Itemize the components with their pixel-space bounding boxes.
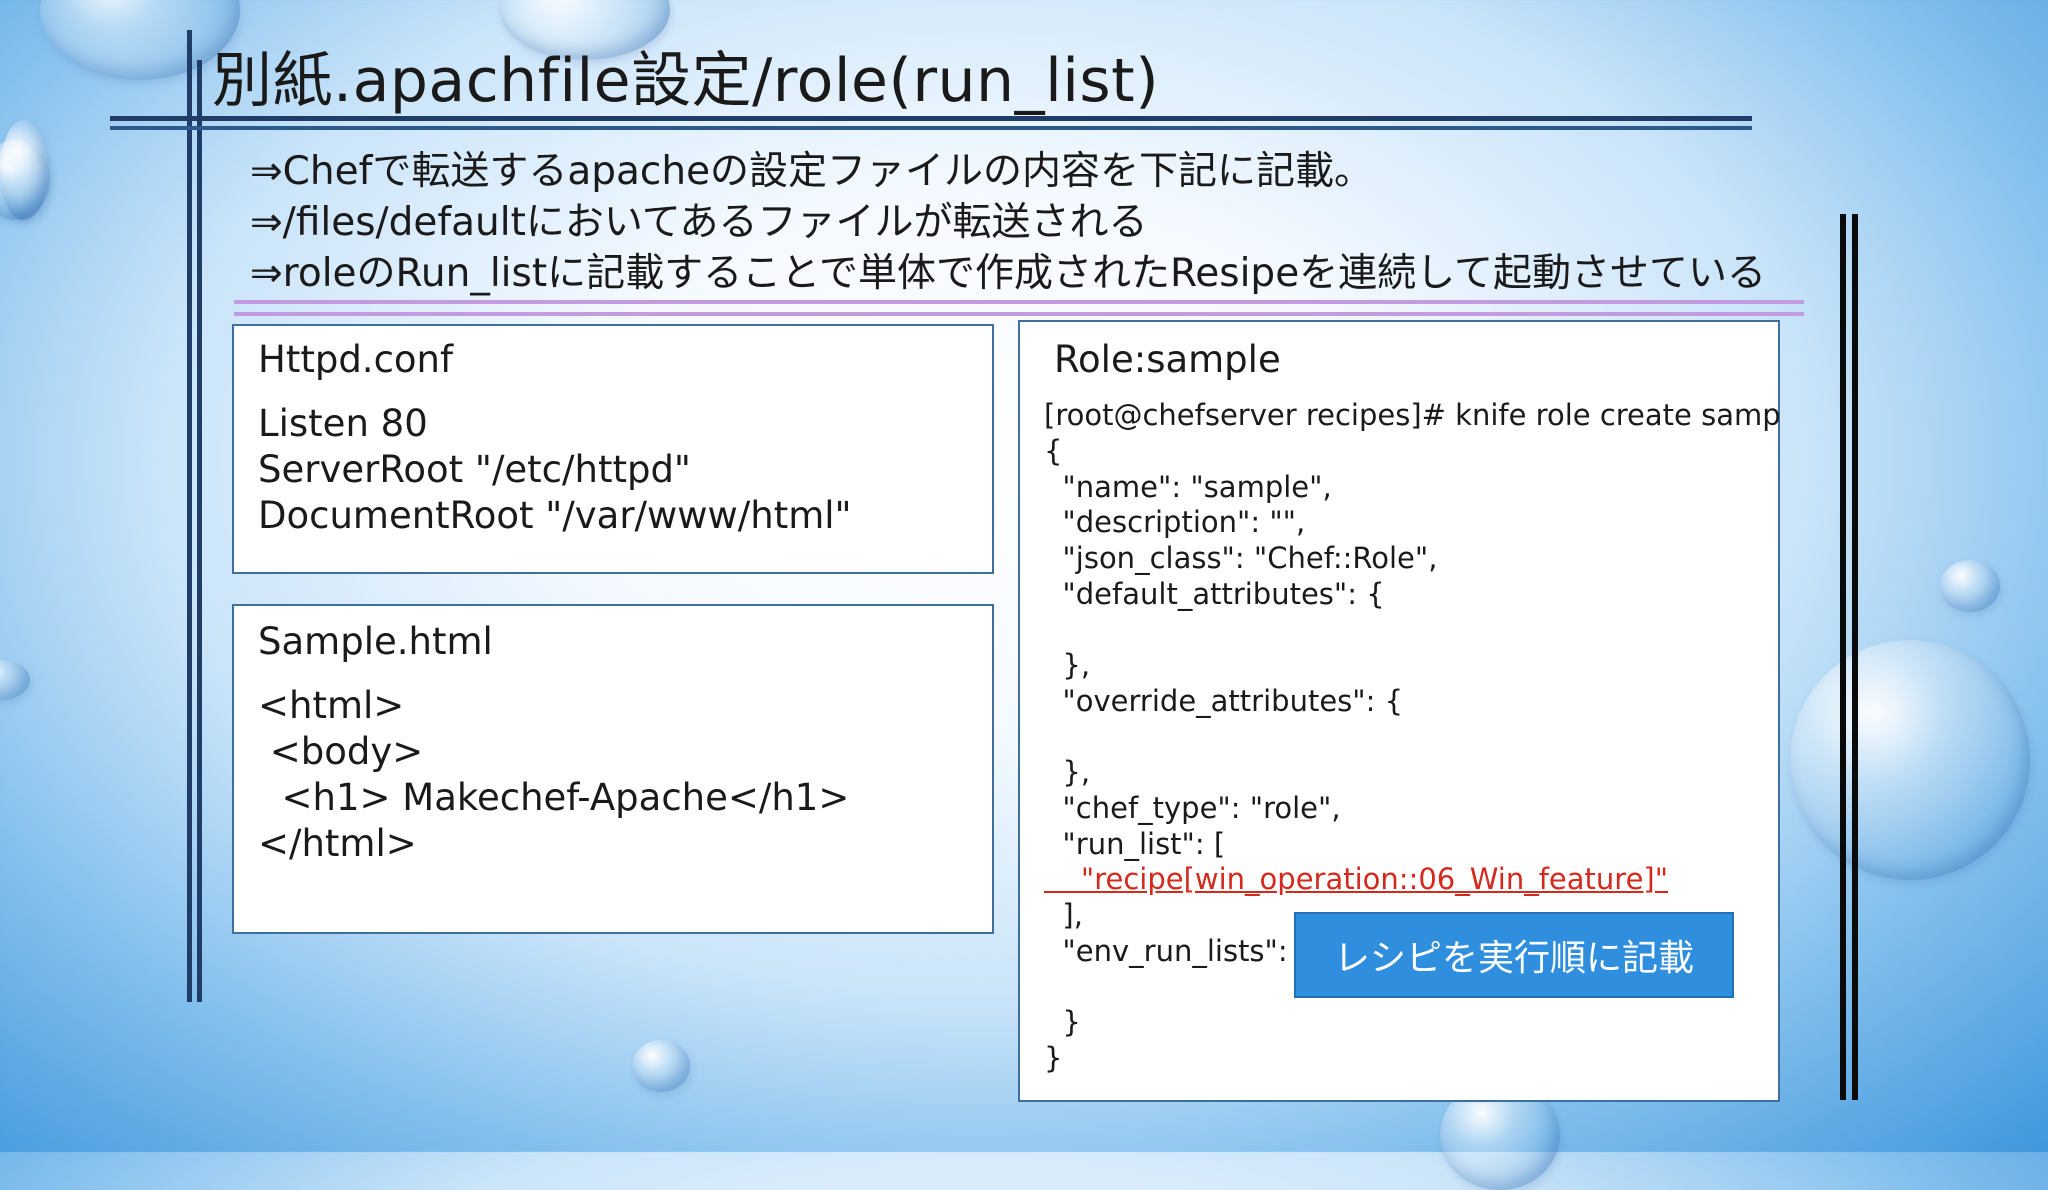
sample-html-line: <h1> Makechef-Apache</h1> xyxy=(258,776,850,819)
role-json-line: "json_class": "Chef::Role", xyxy=(1044,541,1438,576)
frame-left-line xyxy=(187,30,192,1002)
bullet-text: ⇒Chefで転送するapacheの設定ファイルの内容を下記に記載。 xyxy=(250,149,1374,194)
water-drop-decoration xyxy=(632,1040,690,1092)
callout-label: レシピを実行順に記載 xyxy=(1333,938,1694,979)
httpd-conf-line: DocumentRoot "/var/www/html" xyxy=(258,494,852,537)
run-list-recipe-line: "recipe[win_operation::06_Win_feature]" xyxy=(1044,862,1669,897)
role-json-line: "env_run_lists": { xyxy=(1044,933,1316,968)
role-json-line: } xyxy=(1044,1040,1063,1075)
water-drop-decoration xyxy=(0,660,30,700)
sample-html-panel: Sample.html <html> <body> <h1> Makechef-… xyxy=(232,604,994,934)
bullet-text: ⇒roleのRun_listに記載することで単体で作成されたResipeを連続し… xyxy=(250,251,1767,296)
title-underline xyxy=(110,126,1752,130)
role-json-line: { xyxy=(1044,434,1063,468)
run-order-callout: レシピを実行順に記載 xyxy=(1294,912,1734,998)
water-drop-decoration xyxy=(1790,640,2030,880)
role-json-line: "description": "", xyxy=(1044,505,1306,540)
httpd-conf-line: ServerRoot "/etc/httpd" xyxy=(258,448,691,491)
role-json-line: "name": "sample", xyxy=(1044,469,1332,504)
role-json-line: "chef_type": "role", xyxy=(1044,791,1341,825)
sample-html-line: </html> xyxy=(258,822,417,865)
water-drop-decoration xyxy=(0,120,48,220)
role-json-line: "override_attributes": { xyxy=(1044,683,1404,718)
sample-html-heading: Sample.html xyxy=(258,620,493,663)
role-json-line: ], xyxy=(1044,898,1083,933)
water-drop-decoration xyxy=(40,0,240,80)
httpd-conf-panel: Httpd.conf Listen 80 ServerRoot "/etc/ht… xyxy=(232,324,994,574)
role-json-line: "run_list": [ xyxy=(1044,826,1226,861)
role-json-line: "default_attributes": { xyxy=(1044,576,1385,611)
httpd-conf-heading: Httpd.conf xyxy=(258,338,454,381)
knife-command-line: [root@chefserver recipes]# knife role cr… xyxy=(1044,398,1780,432)
water-drop-decoration xyxy=(1940,560,2000,612)
frame-right-line xyxy=(1852,214,1858,1100)
bullet-text: ⇒/files/defaultにおいてあるファイルが転送される xyxy=(250,200,1148,245)
separator-line xyxy=(234,300,1804,304)
role-json-line: }, xyxy=(1044,648,1091,683)
sample-html-line: <html> xyxy=(258,684,405,727)
role-json-line: }, xyxy=(1044,755,1091,790)
sample-html-line: <body> xyxy=(258,730,424,773)
role-json-line: } xyxy=(1044,1005,1081,1040)
frame-right-line xyxy=(1840,214,1846,1100)
slide-title: 別紙.apachfile設定/role(run_list) xyxy=(212,46,1160,116)
frame-left-line xyxy=(197,60,202,1002)
role-sample-heading: Role:sample xyxy=(1054,338,1281,381)
httpd-conf-line: Listen 80 xyxy=(258,402,428,445)
separator-line xyxy=(234,312,1804,316)
